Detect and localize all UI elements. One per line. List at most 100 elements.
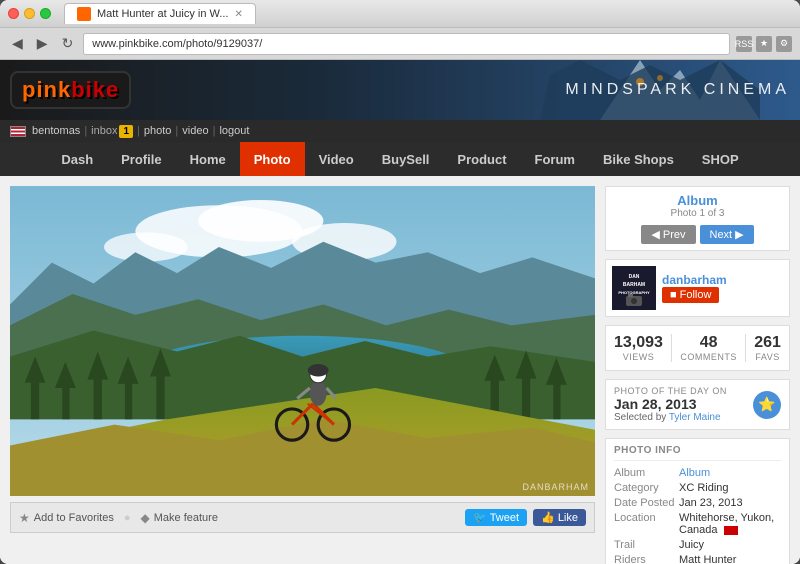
info-row-trail: Trail Juicy — [614, 539, 781, 551]
browser-icons: RSS ★ ⚙ — [736, 36, 792, 52]
album-key: Album — [614, 467, 679, 479]
add-favorites-button[interactable]: ★ Add to Favorites — [19, 511, 114, 525]
photo-info: PHOTO INFO Album Album Category XC Ridin… — [605, 438, 790, 564]
photographer-name[interactable]: danbarham — [662, 273, 783, 287]
trail-val: Juicy — [679, 539, 704, 551]
settings-icon[interactable]: ⚙ — [776, 36, 792, 52]
nav-product[interactable]: Product — [443, 142, 520, 176]
minimize-button[interactable] — [24, 8, 35, 19]
site-header: pinkbike MINDSPARK CINEMA — [0, 60, 800, 120]
address-input[interactable] — [83, 33, 730, 55]
main-nav: Dash Profile Home Photo Video BuySell Pr… — [0, 142, 800, 176]
nav-dash[interactable]: Dash — [47, 142, 107, 176]
photo-info-title: PHOTO INFO — [614, 445, 781, 461]
views-label: VIEWS — [614, 352, 663, 362]
flag-icon — [10, 126, 26, 137]
site-logo[interactable]: pinkbike — [10, 71, 131, 109]
logout-link[interactable]: logout — [219, 125, 249, 137]
maximize-button[interactable] — [40, 8, 51, 19]
comments-label: COMMENTS — [680, 352, 737, 362]
photo-credit: DANBARHAM — [522, 482, 589, 492]
nav-shop[interactable]: SHOP — [688, 142, 753, 176]
tweet-button[interactable]: 🐦 Tweet — [465, 509, 527, 526]
inbox-badge[interactable]: 1 — [119, 125, 133, 138]
svg-text:PHOTOGRAPHY: PHOTOGRAPHY — [618, 290, 650, 295]
photo-link[interactable]: photo — [144, 125, 172, 137]
username-link[interactable]: bentomas — [32, 125, 80, 137]
photo-image: DANBARHAM — [10, 186, 595, 496]
album-nav: Album Photo 1 of 3 ◀ Prev Next ▶ — [605, 186, 790, 251]
follow-button[interactable]: ■ Follow — [662, 287, 719, 303]
location-key: Location — [614, 512, 679, 536]
svg-text:BARHAM: BARHAM — [623, 282, 645, 288]
close-button[interactable] — [8, 8, 19, 19]
category-key: Category — [614, 482, 679, 494]
riders-key: Riders — [614, 554, 679, 564]
nav-photo[interactable]: Photo — [240, 142, 305, 176]
forward-button[interactable]: ▶ — [33, 33, 52, 54]
info-row-category: Category XC Riding — [614, 482, 781, 494]
inbox-label: inbox — [91, 125, 117, 137]
browser-window: Matt Hunter at Juicy in W... ✕ ◀ ▶ ↻ RSS… — [0, 0, 800, 564]
favs-stat: 261 FAVS — [754, 334, 781, 362]
back-button[interactable]: ◀ — [8, 33, 27, 54]
nav-bikeshops[interactable]: Bike Shops — [589, 142, 688, 176]
album-link[interactable]: Album — [679, 467, 710, 479]
nav-forum[interactable]: Forum — [521, 142, 589, 176]
trail-key: Trail — [614, 539, 679, 551]
user-bar: bentomas | inbox 1 | photo | video | log… — [0, 120, 800, 142]
views-count: 13,093 — [614, 334, 663, 352]
tweet-icon: 🐦 — [473, 512, 487, 524]
title-bar: Matt Hunter at Juicy in W... ✕ — [0, 0, 800, 28]
traffic-lights — [8, 8, 51, 19]
refresh-button[interactable]: ↻ — [58, 33, 78, 54]
nav-profile[interactable]: Profile — [107, 142, 175, 176]
tab-bar: Matt Hunter at Juicy in W... ✕ — [64, 3, 792, 24]
photographer-avatar: DAN BARHAM PHOTOGRAPHY — [612, 266, 656, 310]
photo-of-day: PHOTO OF THE DAY ON Jan 28, 2013 Selecte… — [605, 379, 790, 430]
info-row-riders: Riders Matt Hunter — [614, 554, 781, 564]
tab-favicon — [77, 7, 91, 21]
like-button[interactable]: 👍 Like — [533, 509, 586, 526]
star-icon[interactable]: ★ — [756, 36, 772, 52]
prev-button[interactable]: ◀ Prev — [641, 225, 695, 244]
like-icon: 👍 — [541, 512, 555, 524]
potd-selector: Selected by Tyler Maine — [614, 412, 727, 423]
stat-divider-1 — [671, 334, 672, 362]
sidebar: Album Photo 1 of 3 ◀ Prev Next ▶ DAN BAR… — [605, 186, 790, 564]
date-val: Jan 23, 2013 — [679, 497, 743, 509]
video-link[interactable]: video — [182, 125, 208, 137]
follow-label: Follow — [680, 289, 712, 301]
photo-svg — [10, 186, 595, 496]
address-bar: ◀ ▶ ↻ RSS ★ ⚙ — [0, 28, 800, 60]
next-button[interactable]: Next ▶ — [700, 225, 754, 244]
comments-stat: 48 COMMENTS — [680, 334, 737, 362]
album-val: Album — [679, 467, 710, 479]
tab-close-icon[interactable]: ✕ — [234, 9, 242, 20]
nav-home[interactable]: Home — [176, 142, 240, 176]
stat-divider-2 — [745, 334, 746, 362]
album-title: Album — [614, 193, 781, 208]
album-nav-buttons: ◀ Prev Next ▶ — [614, 225, 781, 244]
favorites-label: Add to Favorites — [34, 512, 114, 524]
views-stat: 13,093 VIEWS — [614, 334, 663, 362]
make-feature-button[interactable]: ◆ Make feature — [141, 511, 218, 525]
category-val: XC Riding — [679, 482, 729, 494]
potd-date: Jan 28, 2013 — [614, 396, 727, 412]
photographer-card: DAN BARHAM PHOTOGRAPHY danbarham ■ — [605, 259, 790, 317]
star-icon: ★ — [19, 511, 30, 525]
rss-icon[interactable]: RSS — [736, 36, 752, 52]
canada-flag-icon — [724, 526, 738, 535]
info-row-date: Date Posted Jan 23, 2013 — [614, 497, 781, 509]
nav-video[interactable]: Video — [305, 142, 368, 176]
svg-text:DAN: DAN — [629, 274, 640, 280]
riders-val: Matt Hunter — [679, 554, 736, 564]
browser-tab[interactable]: Matt Hunter at Juicy in W... ✕ — [64, 3, 256, 24]
tab-title: Matt Hunter at Juicy in W... — [97, 8, 228, 20]
nav-buysell[interactable]: BuySell — [368, 142, 444, 176]
potd-selector-link[interactable]: Tyler Maine — [669, 412, 721, 423]
site-content: pinkbike MINDSPARK CINEMA bentomas | inb… — [0, 60, 800, 564]
date-key: Date Posted — [614, 497, 679, 509]
cinema-text: MINDSPARK CINEMA — [565, 81, 790, 99]
follow-icon: ■ — [670, 289, 677, 301]
